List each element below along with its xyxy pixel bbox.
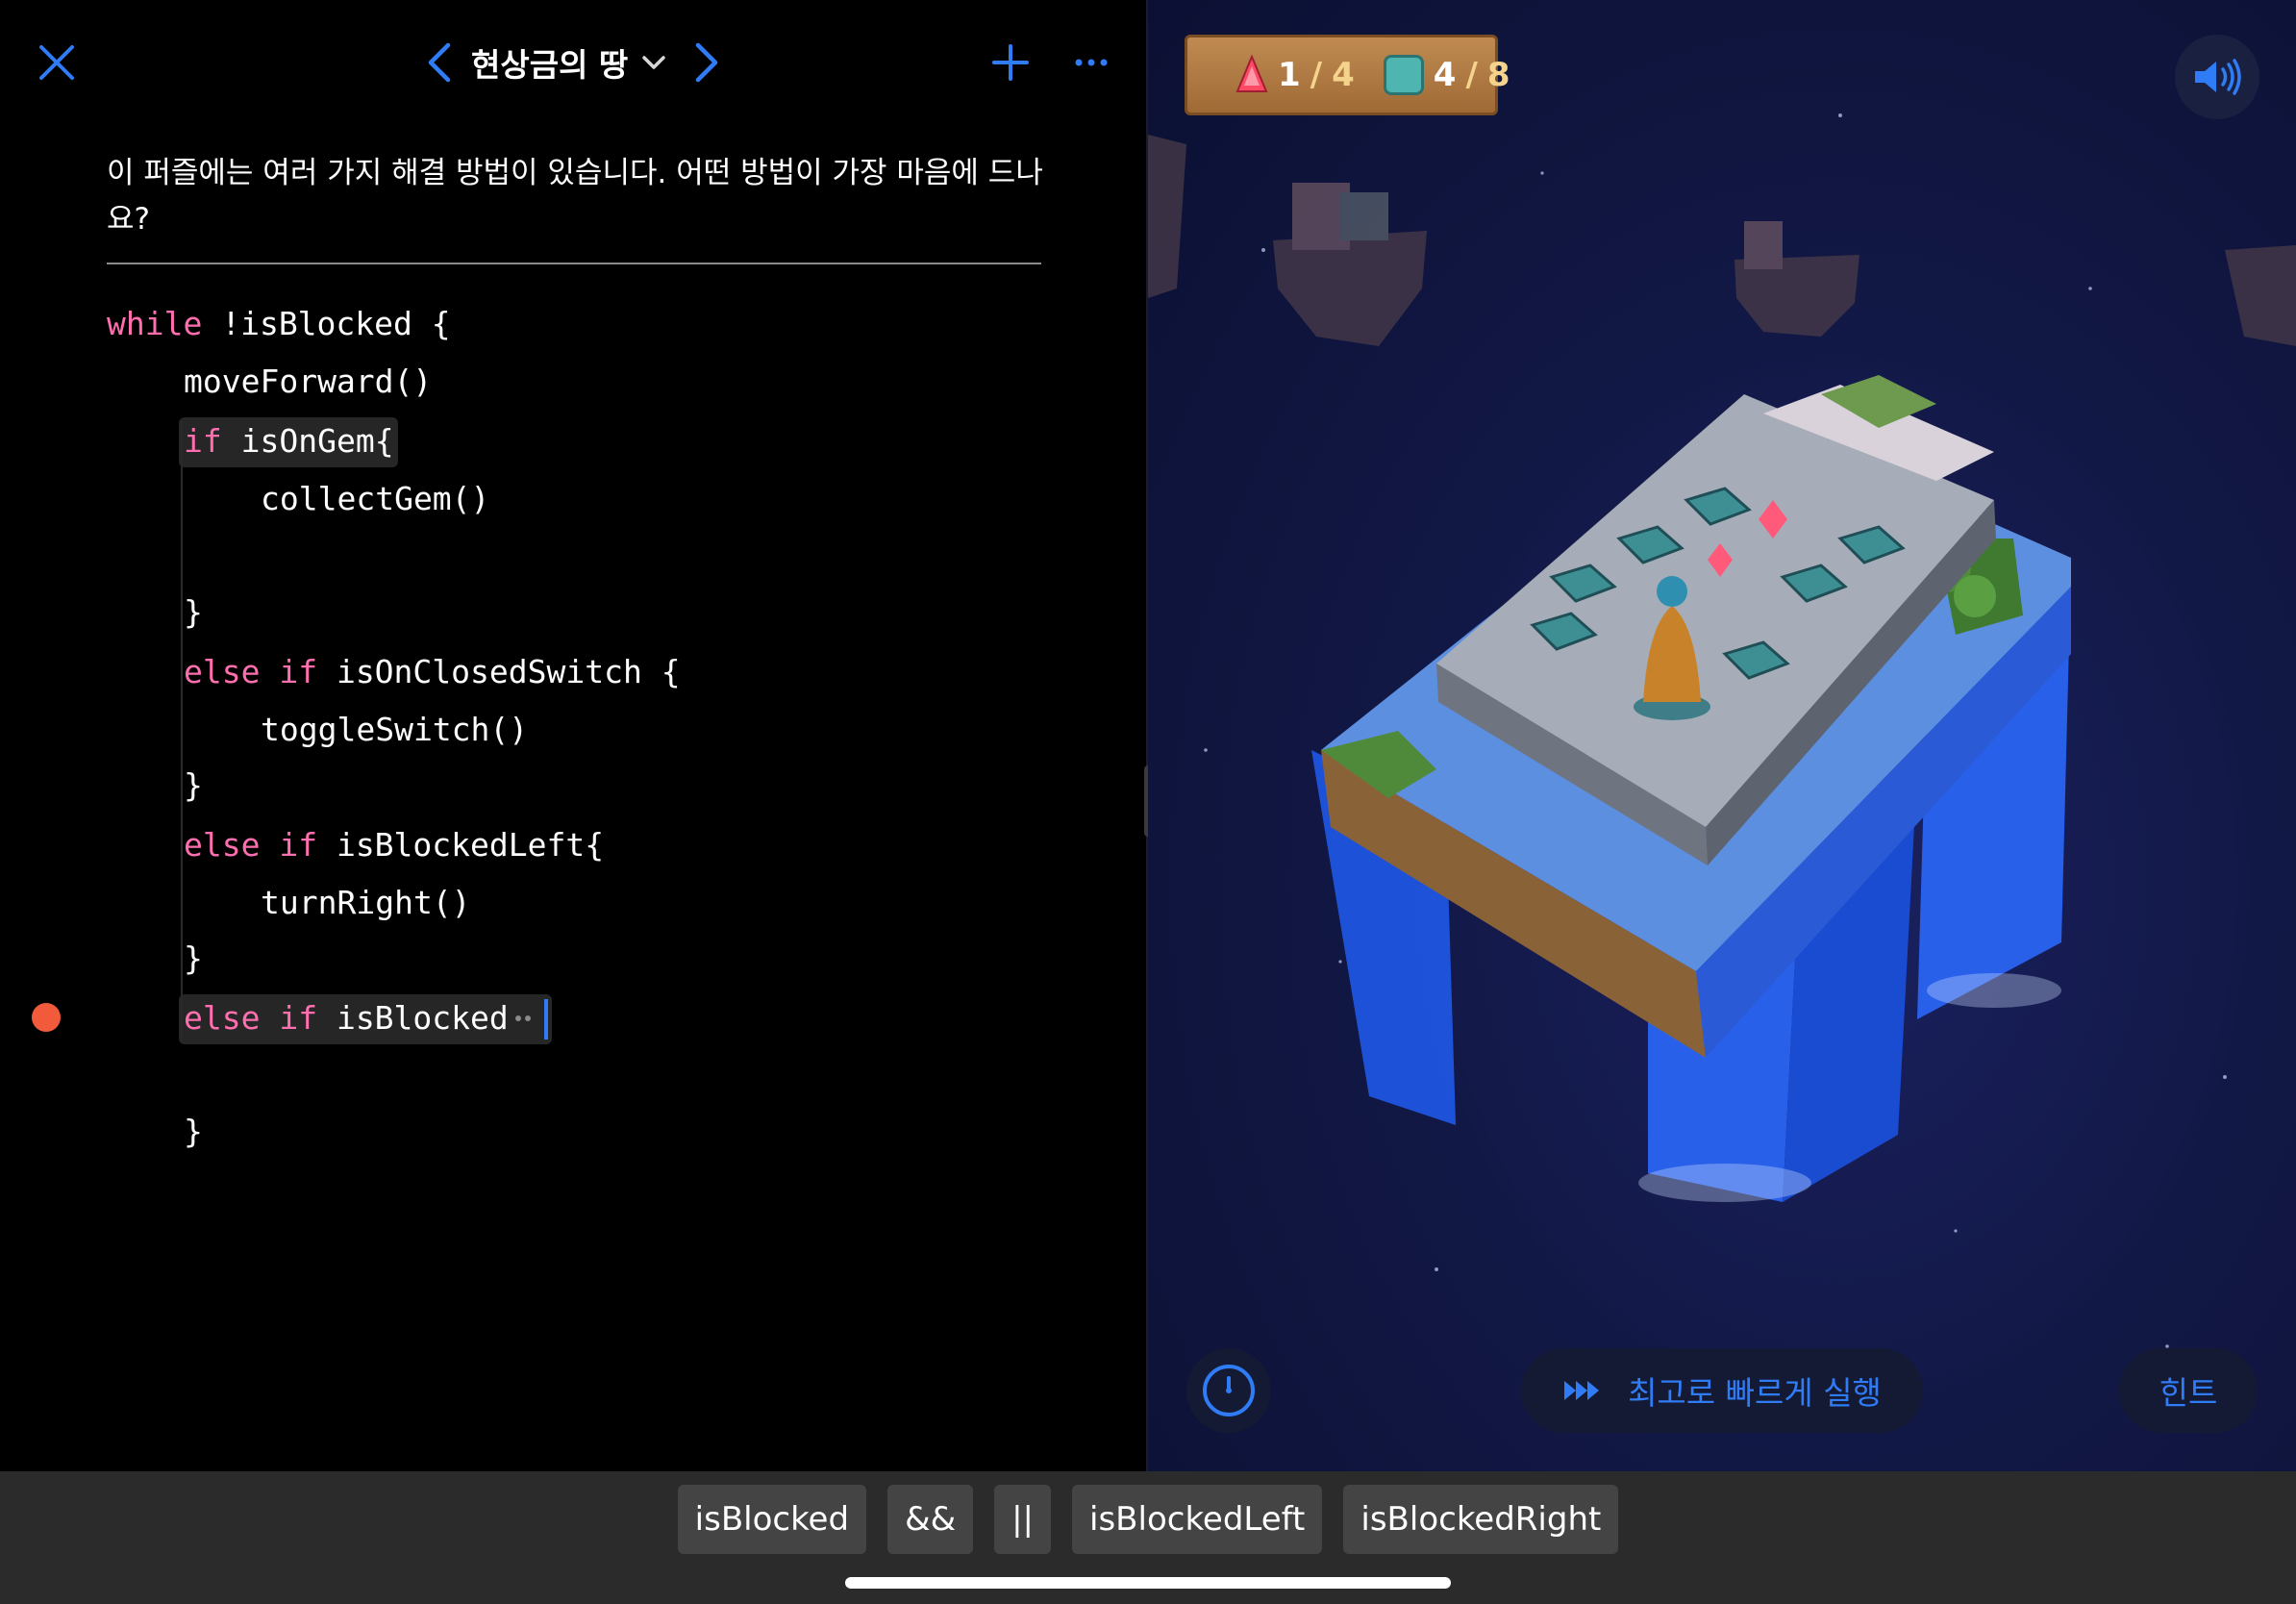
- switch-icon: [1383, 55, 1424, 95]
- code-line[interactable]: }: [184, 590, 203, 635]
- suggestion-chip[interactable]: &&: [887, 1485, 974, 1554]
- code-line[interactable]: else if isBlocked: [184, 996, 509, 1040]
- suggestion-list: isBlocked && || isBlockedLeft isBlockedR…: [0, 1485, 2296, 1554]
- speaker-icon: [2195, 59, 2241, 95]
- plus-icon: [992, 44, 1029, 81]
- switches-total: 8: [1486, 56, 1510, 94]
- puzzle-world-scene: [1148, 113, 2296, 1425]
- sound-button[interactable]: [2175, 35, 2259, 119]
- speed-button[interactable]: [1186, 1348, 1271, 1433]
- hint-button[interactable]: 힌트: [2119, 1348, 2258, 1433]
- hint-button-label: 힌트: [2159, 1374, 2218, 1412]
- code-text: toggleSwitch(): [261, 711, 529, 748]
- code-text: collectGem(): [261, 480, 490, 517]
- switches-on: 4: [1433, 56, 1457, 94]
- code-text: }: [184, 766, 203, 804]
- code-line[interactable]: else if isOnClosedSwitch {: [184, 650, 681, 694]
- suggestion-chip[interactable]: isBlocked: [677, 1485, 867, 1554]
- code-suggestions-bar: isBlocked && || isBlockedLeft isBlockedR…: [0, 1471, 2296, 1604]
- run-fastest-button[interactable]: 최고로 빠르게 실행: [1521, 1348, 1923, 1433]
- page-title: 현상금의 땅: [471, 46, 629, 84]
- code-text: moveForward(): [184, 363, 433, 400]
- code-keyword: else if: [184, 999, 318, 1037]
- code-text: isBlockedLeft{: [317, 826, 605, 864]
- gem-counter: 1/4: [1235, 55, 1355, 95]
- chevron-down-icon: [642, 56, 666, 69]
- text-cursor: [544, 999, 548, 1040]
- code-line[interactable]: collectGem(): [261, 477, 489, 521]
- suggestion-chip[interactable]: ||: [994, 1485, 1052, 1554]
- home-indicator[interactable]: [845, 1577, 1451, 1589]
- next-page-button[interactable]: [683, 37, 731, 88]
- code-text: isBlocked: [317, 999, 509, 1037]
- code-keyword: if: [184, 422, 222, 460]
- code-text: isOnGem{: [221, 422, 394, 460]
- code-line[interactable]: else if isBlockedLeft{: [184, 823, 604, 867]
- switch-counter: 4/8: [1383, 55, 1510, 95]
- code-text: }: [184, 593, 203, 631]
- code-text: isOnClosedSwitch {: [317, 653, 681, 690]
- progress-counter-board: 1/4 4/8: [1185, 35, 1510, 115]
- suggestion-chip[interactable]: isBlockedRight: [1343, 1485, 1619, 1554]
- code-line[interactable]: turnRight(): [261, 881, 471, 925]
- code-line[interactable]: while !isBlocked {: [107, 302, 451, 346]
- previous-page-button[interactable]: [415, 37, 463, 88]
- code-line[interactable]: }: [184, 937, 203, 981]
- code-keyword: while: [107, 305, 203, 342]
- code-line[interactable]: moveForward(): [184, 360, 432, 404]
- code-line[interactable]: if isOnGem{: [184, 419, 394, 464]
- gems-collected: 1: [1278, 56, 1301, 94]
- puzzle-instructions: 이 퍼즐에는 여러 가지 해결 방법이 있습니다. 어떤 방법이 가장 마음에 …: [107, 156, 1043, 237]
- gem-icon: [1235, 55, 1268, 92]
- speedometer-icon: [1203, 1365, 1255, 1416]
- counter-separator: /: [1465, 56, 1478, 94]
- code-text: }: [184, 1113, 203, 1150]
- game-view-pane: 1/4 4/8: [1148, 0, 2296, 1471]
- run-button-label: 최고로 빠르게 실행: [1628, 1374, 1882, 1412]
- gems-total: 4: [1332, 56, 1355, 94]
- close-icon: [39, 45, 74, 80]
- code-placeholder[interactable]: [515, 1006, 540, 1031]
- close-button[interactable]: [29, 35, 85, 90]
- chevron-left-icon: [428, 42, 451, 83]
- page-title-menu[interactable]: 현상금의 땅: [471, 37, 666, 88]
- more-options-button[interactable]: [1063, 35, 1119, 90]
- suggestion-chip[interactable]: isBlockedLeft: [1072, 1485, 1323, 1554]
- code-line[interactable]: }: [184, 1110, 203, 1154]
- code-text: !isBlocked {: [202, 305, 451, 342]
- code-editor-pane: 현상금의 땅 이 퍼즐에는 여러 가지 해결 방법이 있습니다. 어떤 방법이 …: [0, 0, 1146, 1471]
- ellipsis-icon: [1075, 59, 1108, 66]
- breakpoint-marker[interactable]: [32, 1003, 61, 1032]
- code-keyword: else if: [184, 653, 318, 690]
- code-line[interactable]: toggleSwitch(): [261, 708, 528, 752]
- code-text: turnRight(): [261, 884, 471, 921]
- code-line[interactable]: }: [184, 764, 203, 808]
- code-text: }: [184, 940, 203, 977]
- divider: [107, 263, 1041, 264]
- chevron-right-icon: [695, 42, 718, 83]
- counter-separator: /: [1310, 56, 1323, 94]
- code-keyword: else if: [184, 826, 318, 864]
- code-block-guide: [181, 421, 183, 1039]
- fast-forward-icon: [1564, 1381, 1600, 1400]
- add-button[interactable]: [983, 35, 1038, 90]
